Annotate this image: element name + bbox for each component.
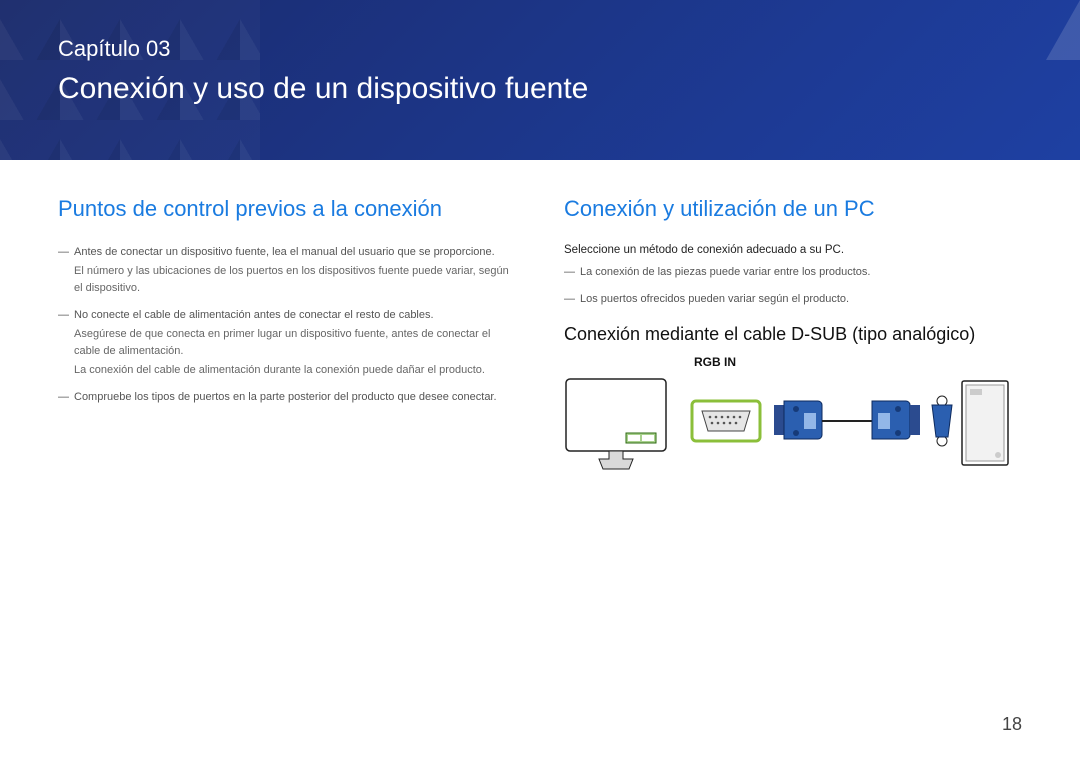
chapter-header: Capítulo 03 Conexión y uso de un disposi…	[0, 0, 1080, 160]
dash-icon: ―	[564, 264, 575, 281]
note-item: ― Compruebe los tipos de puertos en la p…	[58, 389, 516, 406]
monitor-icon	[566, 379, 666, 469]
chapter-label: Capítulo 03	[58, 36, 171, 62]
note-text: La conexión de las piezas puede variar e…	[580, 266, 870, 278]
section-heading-pc: Conexión y utilización de un PC	[564, 196, 1022, 222]
header-corner-fold	[1046, 0, 1080, 60]
subsection-heading-dsub: Conexión mediante el cable D-SUB (tipo a…	[564, 324, 1022, 345]
note-item: ― La conexión de las piezas puede variar…	[564, 264, 1022, 281]
note-item: ― No conecte el cable de alimentación an…	[58, 307, 516, 379]
note-subtext: La conexión del cable de alimentación du…	[74, 362, 516, 379]
note-subtext: El número y las ubicaciones de los puert…	[74, 263, 516, 297]
dash-icon: ―	[58, 389, 69, 406]
chapter-title: Conexión y uso de un dispositivo fuente	[58, 72, 588, 106]
port-label-rgb-in: RGB IN	[694, 355, 1022, 369]
note-text: Antes de conectar un dispositivo fuente,…	[74, 246, 495, 258]
note-text: No conecte el cable de alimentación ante…	[74, 309, 434, 321]
intro-text: Seleccione un método de conexión adecuad…	[564, 244, 1022, 256]
dsub-diagram: RGB IN	[564, 355, 1022, 488]
pc-tower-icon	[962, 381, 1008, 465]
pc-dsub-port-icon	[932, 396, 952, 446]
dash-icon: ―	[564, 291, 575, 308]
vga-cable-icon	[774, 401, 920, 439]
note-text: Compruebe los tipos de puertos en la par…	[74, 391, 497, 403]
section-heading-precheck: Puntos de control previos a la conexión	[58, 196, 516, 222]
page-number: 18	[1002, 714, 1022, 735]
note-item: ― Los puertos ofrecidos pueden variar se…	[564, 291, 1022, 308]
column-left: Puntos de control previos a la conexión …	[58, 196, 516, 488]
precheck-note-list: ― Antes de conectar un dispositivo fuent…	[58, 244, 516, 406]
pc-note-list: ― La conexión de las piezas puede variar…	[564, 264, 1022, 308]
dsub-connection-illustration	[564, 373, 1024, 483]
dash-icon: ―	[58, 307, 69, 324]
note-text: Los puertos ofrecidos pueden variar segú…	[580, 293, 849, 305]
note-subtext: Asegúrese de que conecta en primer lugar…	[74, 326, 516, 360]
note-item: ― Antes de conectar un dispositivo fuent…	[58, 244, 516, 297]
dsub-port-icon	[692, 401, 760, 441]
column-right: Conexión y utilización de un PC Seleccio…	[564, 196, 1022, 488]
dash-icon: ―	[58, 244, 69, 261]
